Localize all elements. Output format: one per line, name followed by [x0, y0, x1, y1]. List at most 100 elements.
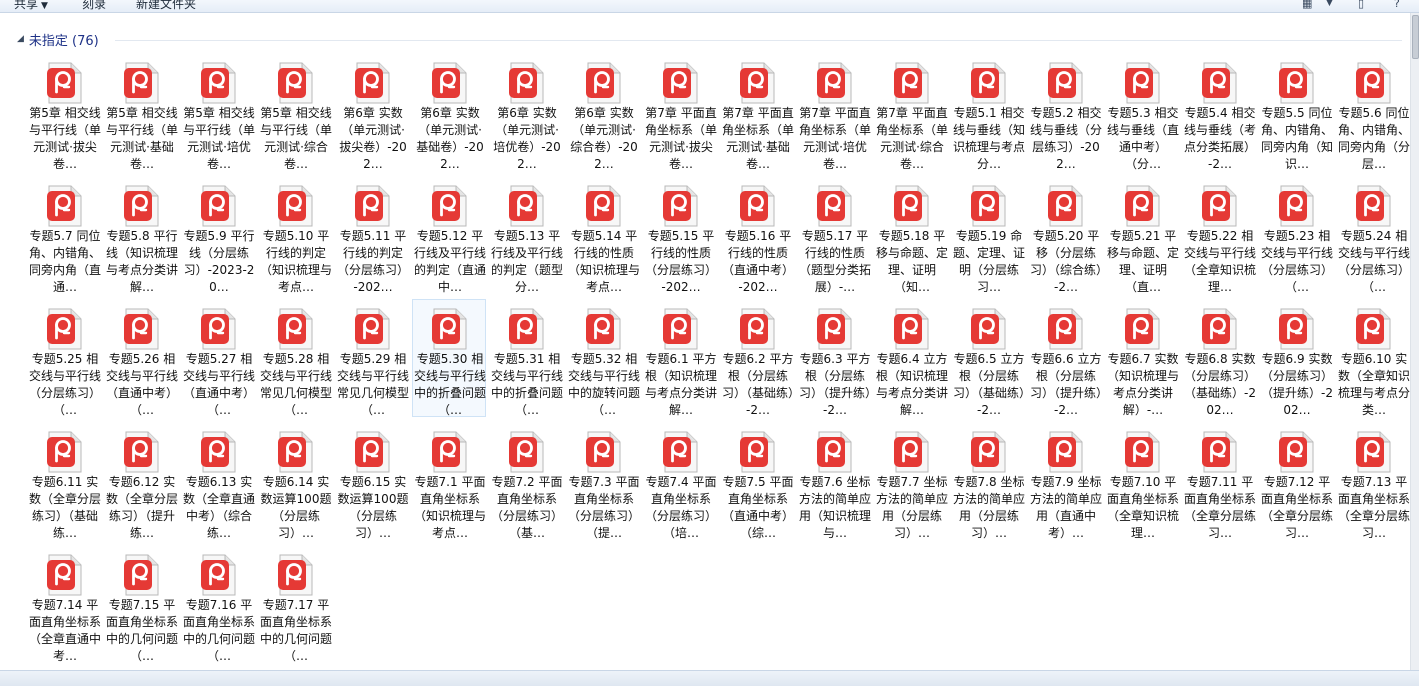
file-name: 专题5.13 平行线及平行线的判定（题型分…	[491, 229, 563, 294]
file-item[interactable]: 专题5.25 相交线与平行线（分层练习）（…	[27, 299, 101, 417]
file-item[interactable]: 第6章 实数（单元测试·培优卷）-202…	[489, 53, 563, 171]
file-item[interactable]: 专题7.5 平面直角坐标系（直通中考）（综…	[720, 422, 794, 540]
file-item[interactable]: 第5章 相交线与平行线（单元测试·综合卷…	[258, 53, 332, 171]
file-item[interactable]: 专题5.6 同位角、内错角、同旁内角（分层…	[1336, 53, 1410, 171]
file-item[interactable]: 专题6.7 实数（知识梳理与考点分类讲解）-…	[1105, 299, 1179, 417]
pdf-file-icon	[123, 62, 159, 104]
file-item[interactable]: 专题5.4 相交线与垂线（考点分类拓展）-2…	[1182, 53, 1256, 171]
file-item[interactable]: 第6章 实数（单元测试·基础卷）-202…	[412, 53, 486, 171]
file-item[interactable]: 专题5.16 平行线的性质（直通中考）-202…	[720, 176, 794, 294]
file-item[interactable]: 专题5.27 相交线与平行线（直通中考）（…	[181, 299, 255, 417]
file-item[interactable]: 专题5.10 平行线的判定（知识梳理与考点…	[258, 176, 332, 294]
file-item[interactable]: 专题7.8 坐标方法的简单应用（分层练习）…	[951, 422, 1025, 540]
file-item[interactable]: 专题6.1 平方根（知识梳理与考点分类讲解…	[643, 299, 717, 417]
collapse-triangle-icon[interactable]: ◢	[17, 34, 24, 44]
file-item[interactable]: 第6章 实数（单元测试·拔尖卷）-202…	[335, 53, 409, 171]
file-item[interactable]: 专题5.5 同位角、内错角、同旁内角（知识…	[1259, 53, 1333, 171]
file-item[interactable]: 第7章 平面直角坐标系（单元测试·综合卷…	[874, 53, 948, 171]
file-item[interactable]: 专题7.12 平面直角坐标系（全章分层练习…	[1259, 422, 1333, 540]
file-item[interactable]: 第5章 相交线与平行线（单元测试·培优卷…	[181, 53, 255, 171]
file-item[interactable]: 专题6.12 实数（全章分层练习）（提升练…	[104, 422, 178, 540]
file-item[interactable]: 专题5.3 相交线与垂线（直通中考）（分…	[1105, 53, 1179, 171]
file-item[interactable]: 专题7.7 坐标方法的简单应用（分层练习）…	[874, 422, 948, 540]
group-header[interactable]: ◢ 未指定 (76)	[17, 30, 99, 49]
file-name: 专题7.5 平面直角坐标系（直通中考）（综…	[722, 475, 794, 540]
file-item[interactable]: 专题5.15 平行线的性质（分层练习）-202…	[643, 176, 717, 294]
file-item[interactable]: 专题7.13 平面直角坐标系（全章分层练习…	[1336, 422, 1410, 540]
file-item[interactable]: 专题5.32 相交线与平行线中的旋转问题（…	[566, 299, 640, 417]
file-item[interactable]: 专题6.15 实数运算100题（分层练习）…	[335, 422, 409, 540]
file-item[interactable]: 专题5.7 同位角、内错角、同旁内角（直通…	[27, 176, 101, 294]
file-item[interactable]: 专题5.12 平行线及平行线的判定（直通中…	[412, 176, 486, 294]
file-item[interactable]: 专题5.20 平移（分层练习）（综合练）-2…	[1028, 176, 1102, 294]
file-item[interactable]: 专题5.22 相交线与平行线（全章知识梳理…	[1182, 176, 1256, 294]
file-name: 专题5.25 相交线与平行线（分层练习）（…	[29, 352, 101, 417]
file-item[interactable]: 专题5.9 平行线（分层练习）-2023-20…	[181, 176, 255, 294]
file-item[interactable]: 专题7.3 平面直角坐标系（分层练习）（提…	[566, 422, 640, 540]
file-item[interactable]: 专题5.2 相交线与垂线（分层练习）-202…	[1028, 53, 1102, 171]
file-item[interactable]: 专题5.23 相交线与平行线（分层练习）（…	[1259, 176, 1333, 294]
file-item[interactable]: 专题5.17 平行线的性质（题型分类拓展）-…	[797, 176, 871, 294]
file-item[interactable]: 专题7.4 平面直角坐标系（分层练习）（培…	[643, 422, 717, 540]
file-item[interactable]: 专题6.5 立方根（分层练习）（基础练）-2…	[951, 299, 1025, 417]
file-item[interactable]: 专题5.19 命题、定理、证明（分层练习…	[951, 176, 1025, 294]
help-icon[interactable]: ?	[1394, 0, 1400, 10]
file-name: 专题5.27 相交线与平行线（直通中考）（…	[183, 352, 255, 417]
pdf-file-icon	[739, 308, 775, 350]
file-item[interactable]: 专题6.4 立方根（知识梳理与考点分类讲解…	[874, 299, 948, 417]
file-item[interactable]: 专题5.31 相交线与平行线中的折叠问题（…	[489, 299, 563, 417]
file-item[interactable]: 专题6.10 实数（全章知识梳理与考点分类…	[1336, 299, 1410, 417]
file-item[interactable]: 专题6.8 实数（分层练习）（基础练）-202…	[1182, 299, 1256, 417]
file-item[interactable]: 专题7.1 平面直角坐标系（知识梳理与考点…	[412, 422, 486, 540]
file-name: 专题6.5 立方根（分层练习）（基础练）-2…	[953, 352, 1025, 417]
file-item[interactable]: 专题6.2 平方根（分层练习）（基础练）-2…	[720, 299, 794, 417]
file-item[interactable]: 专题6.9 实数（分层练习）（提升练）-202…	[1259, 299, 1333, 417]
file-item[interactable]: 专题5.13 平行线及平行线的判定（题型分…	[489, 176, 563, 294]
file-item[interactable]: 第7章 平面直角坐标系（单元测试·培优卷…	[797, 53, 871, 171]
view-options-icon[interactable]: ▦	[1302, 0, 1312, 10]
file-item[interactable]: 专题7.9 坐标方法的简单应用（直通中考）…	[1028, 422, 1102, 540]
file-item[interactable]: 专题6.13 实数（全章直通中考）（综合练…	[181, 422, 255, 540]
file-item[interactable]: 第6章 实数（单元测试·综合卷）-202…	[566, 53, 640, 171]
file-item[interactable]: 专题5.18 平移与命题、定理、证明（知…	[874, 176, 948, 294]
file-item[interactable]: 专题7.14 平面直角坐标系（全章直通中考…	[27, 545, 101, 663]
file-item[interactable]: 专题5.8 平行线（知识梳理与考点分类讲解…	[104, 176, 178, 294]
file-item[interactable]: 专题7.10 平面直角坐标系（全章知识梳理…	[1105, 422, 1179, 540]
file-name: 第5章 相交线与平行线（单元测试·培优卷…	[183, 106, 255, 171]
file-item[interactable]: 第5章 相交线与平行线（单元测试·基础卷…	[104, 53, 178, 171]
file-item[interactable]: 专题5.11 平行线的判定（分层练习）-202…	[335, 176, 409, 294]
preview-pane-icon[interactable]: ▯	[1358, 0, 1364, 10]
file-item[interactable]: 专题7.11 平面直角坐标系（全章分层练习…	[1182, 422, 1256, 540]
file-list-view[interactable]: ◢ 未指定 (76) 第5章 相交线与平行线（单元测试·拔尖卷… 第5章 相交线与…	[0, 13, 1410, 670]
file-item[interactable]: 专题6.11 实数（全章分层练习）（基础练…	[27, 422, 101, 540]
file-item[interactable]: 专题5.30 相交线与平行线中的折叠问题（…	[412, 299, 486, 417]
file-item[interactable]: 专题6.6 立方根（分层练习）（提升练）-2…	[1028, 299, 1102, 417]
file-item[interactable]: 专题6.14 实数运算100题（分层练习）…	[258, 422, 332, 540]
file-item[interactable]: 专题5.1 相交线与垂线（知识梳理与考点分…	[951, 53, 1025, 171]
file-item[interactable]: 专题6.3 平方根（分层练习）（提升练）-2…	[797, 299, 871, 417]
scrollbar-thumb[interactable]	[1412, 15, 1419, 59]
file-item[interactable]: 专题5.28 相交线与平行线常见几何模型（…	[258, 299, 332, 417]
file-name: 专题5.32 相交线与平行线中的旋转问题（…	[568, 352, 640, 417]
file-item[interactable]: 专题7.15 平面直角坐标系中的几何问题（…	[104, 545, 178, 663]
file-item[interactable]: 专题7.16 平面直角坐标系中的几何问题（…	[181, 545, 255, 663]
new-folder-button[interactable]: 新建文件夹	[136, 0, 196, 12]
file-item[interactable]: 专题5.24 相交线与平行线（分层练习）（…	[1336, 176, 1410, 294]
file-name: 专题7.8 坐标方法的简单应用（分层练习）…	[953, 475, 1025, 540]
file-item[interactable]: 专题7.17 平面直角坐标系中的几何问题（…	[258, 545, 332, 663]
file-item[interactable]: 专题5.14 平行线的性质（知识梳理与考点…	[566, 176, 640, 294]
file-item[interactable]: 专题7.2 平面直角坐标系（分层练习）（基…	[489, 422, 563, 540]
file-item[interactable]: 第7章 平面直角坐标系（单元测试·基础卷…	[720, 53, 794, 171]
file-item[interactable]: 专题5.26 相交线与平行线（直通中考）（…	[104, 299, 178, 417]
file-item[interactable]: 专题5.29 相交线与平行线常见几何模型（…	[335, 299, 409, 417]
file-item[interactable]: 第5章 相交线与平行线（单元测试·拔尖卷…	[27, 53, 101, 171]
share-menu-button[interactable]: 共享 ▼	[14, 0, 48, 12]
file-item[interactable]: 专题7.6 坐标方法的简单应用（知识梳理与…	[797, 422, 871, 540]
pdf-file-icon	[277, 431, 313, 473]
burn-button[interactable]: 刻录	[82, 0, 106, 12]
file-item[interactable]: 专题5.21 平移与命题、定理、证明（直…	[1105, 176, 1179, 294]
chevron-down-icon[interactable]: ▼	[1326, 0, 1333, 8]
vertical-scrollbar[interactable]	[1410, 13, 1419, 670]
file-item[interactable]: 第7章 平面直角坐标系（单元测试·拔尖卷…	[643, 53, 717, 171]
file-name: 专题7.14 平面直角坐标系（全章直通中考…	[29, 598, 101, 663]
